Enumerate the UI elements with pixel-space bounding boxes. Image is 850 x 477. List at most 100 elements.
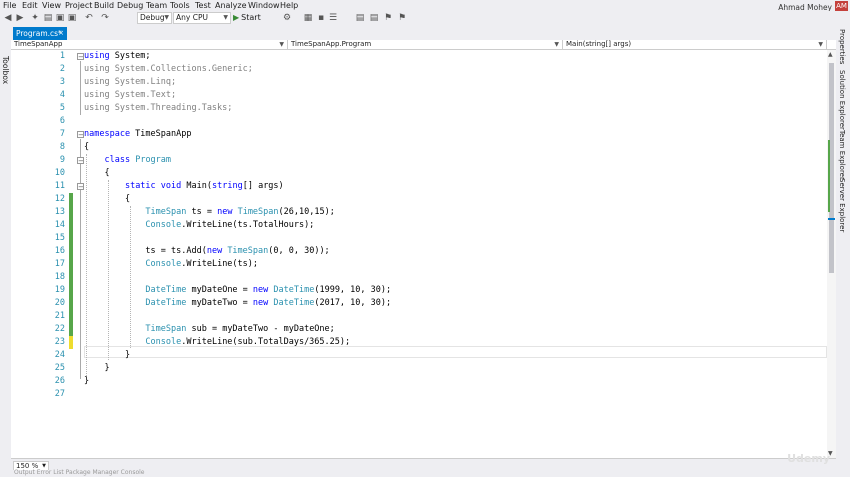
line-number: 6 <box>59 116 65 126</box>
code-line: class Program <box>104 155 172 165</box>
line-number: 7 <box>59 129 65 139</box>
code-line: } <box>84 376 90 386</box>
line-number: 23 <box>54 337 65 347</box>
code-line: using System; <box>84 51 151 61</box>
code-line: TimeSpan ts = new TimeSpan(26,10,15); <box>145 207 335 217</box>
chevron-down-icon: ▼ <box>164 14 169 21</box>
change-marker <box>69 284 73 297</box>
change-marker <box>69 193 73 206</box>
open-icon[interactable]: ▤ <box>43 13 53 23</box>
breakpoint-icon[interactable]: ▪ <box>316 13 326 23</box>
bookmark-icon[interactable]: ⚑ <box>383 13 393 23</box>
redo-icon[interactable]: ↷ <box>100 13 110 23</box>
config-select[interactable]: Debug ▼ <box>137 12 172 24</box>
left-tool-strip: Toolbox <box>0 26 11 477</box>
step-icon[interactable]: ▦ <box>303 13 313 23</box>
vertical-scrollbar[interactable]: ▲ ▼ <box>827 50 836 458</box>
bottom-panel-tabs[interactable]: Output Error List Package Manager Consol… <box>14 469 144 476</box>
class-name: TimeSpanApp.Program <box>291 40 372 48</box>
team-explorer-tab[interactable]: Team Explorer <box>838 130 846 180</box>
line-number: 15 <box>54 233 65 243</box>
menu-project[interactable]: Project <box>65 1 92 10</box>
line-number: 10 <box>54 168 65 178</box>
chevron-down-icon: ▼ <box>223 14 228 21</box>
config-value: Debug <box>140 13 165 22</box>
solution-explorer-tab[interactable]: Solution Explorer <box>838 70 846 130</box>
menu-file[interactable]: File <box>3 1 16 10</box>
unsaved-change-marker <box>69 336 73 349</box>
code-editor[interactable]: − − − − 1 2 3 4 5 6 7 8 9 10 11 12 13 14… <box>11 50 827 458</box>
platform-value: Any CPU <box>176 13 208 22</box>
menu-debug[interactable]: Debug <box>117 1 143 10</box>
code-line: namespace TimeSpanApp <box>84 129 192 139</box>
code-line: using System.Threading.Tasks; <box>84 103 233 113</box>
start-label: Start <box>241 13 261 22</box>
menu-help[interactable]: Help <box>280 1 298 10</box>
line-number: 22 <box>54 324 65 334</box>
code-line: } <box>84 350 131 360</box>
menu-test[interactable]: Test <box>195 1 211 10</box>
server-explorer-tab[interactable]: Server Explorer <box>838 178 846 232</box>
comment-icon[interactable]: ▤ <box>355 13 365 23</box>
menu-team[interactable]: Team <box>146 1 167 10</box>
line-number: 9 <box>59 155 65 165</box>
menu-build[interactable]: Build <box>94 1 114 10</box>
undo-icon[interactable]: ↶ <box>84 13 94 23</box>
menu-view[interactable]: View <box>42 1 61 10</box>
member-dropdown[interactable]: Main(string[] args) ▼ <box>563 40 827 49</box>
change-marker <box>69 297 73 310</box>
code-line: DateTime myDateTwo = new DateTime(2017, … <box>145 298 392 308</box>
collapse-icon[interactable]: − <box>77 157 84 165</box>
chevron-down-icon: ▼ <box>279 41 284 48</box>
navigation-bar: TimeSpanApp ▼ TimeSpanApp.Program ▼ Main… <box>11 40 836 50</box>
scroll-up-icon[interactable]: ▲ <box>828 51 833 58</box>
properties-tab[interactable]: Properties <box>838 29 846 64</box>
platform-select[interactable]: Any CPU ▼ <box>173 12 231 24</box>
class-dropdown[interactable]: TimeSpanApp.Program ▼ <box>288 40 563 49</box>
menu-analyze[interactable]: Analyze <box>215 1 247 10</box>
change-marker <box>69 258 73 271</box>
code-line: static void Main(string[] args) <box>124 181 284 191</box>
start-button[interactable]: ▶ Start <box>233 13 261 22</box>
code-line: { <box>84 168 110 178</box>
collapse-icon[interactable]: − <box>77 131 84 139</box>
new-project-icon[interactable]: ✦ <box>30 13 40 23</box>
save-all-icon[interactable]: ▣ <box>67 13 77 23</box>
close-icon[interactable]: × <box>58 27 64 40</box>
forward-icon[interactable]: ▶ <box>15 13 25 23</box>
chevron-down-icon: ▼ <box>818 41 823 48</box>
change-marker <box>69 245 73 258</box>
menu-window[interactable]: Window <box>248 1 280 10</box>
code-line: Console.WriteLine(sub.TotalDays/365.25); <box>145 337 351 347</box>
change-marker <box>69 323 73 336</box>
menu-edit[interactable]: Edit <box>22 1 38 10</box>
menu-tools[interactable]: Tools <box>170 1 190 10</box>
collapse-icon[interactable]: − <box>77 183 84 191</box>
save-icon[interactable]: ▣ <box>55 13 65 23</box>
code-line: using System.Collections.Generic; <box>84 64 253 74</box>
line-number: 1 <box>59 51 65 61</box>
line-number: 16 <box>54 246 65 256</box>
collapse-icon[interactable]: − <box>77 53 84 61</box>
line-number: 5 <box>59 103 65 113</box>
attach-icon[interactable]: ⚙ <box>282 13 292 23</box>
format-icon[interactable]: ☰ <box>328 13 338 23</box>
line-number: 3 <box>59 77 65 87</box>
uncomment-icon[interactable]: ▤ <box>369 13 379 23</box>
member-name: Main(string[] args) <box>566 40 632 48</box>
avatar[interactable]: AM <box>835 1 848 11</box>
project-dropdown[interactable]: TimeSpanApp ▼ <box>11 40 288 49</box>
next-bookmark-icon[interactable]: ⚑ <box>397 13 407 23</box>
line-number: 19 <box>54 285 65 295</box>
change-marker <box>69 310 73 323</box>
back-icon[interactable]: ◀ <box>3 13 13 23</box>
code-line: TimeSpan sub = myDateTwo - myDateOne; <box>145 324 335 334</box>
change-marker <box>69 232 73 245</box>
fold-guide <box>80 139 81 379</box>
code-line: using System.Linq; <box>84 77 177 87</box>
play-icon: ▶ <box>233 13 240 22</box>
toolbar: ◀ ▶ ✦ ▤ ▣ ▣ ↶ ↷ Debug ▼ Any CPU ▼ ▶ Start… <box>0 11 850 25</box>
toolbox-tab[interactable]: Toolbox <box>1 56 10 84</box>
code-line: Console.WriteLine(ts.TotalHours); <box>145 220 315 230</box>
tab-program-cs[interactable]: Program.cs* × <box>13 27 67 40</box>
